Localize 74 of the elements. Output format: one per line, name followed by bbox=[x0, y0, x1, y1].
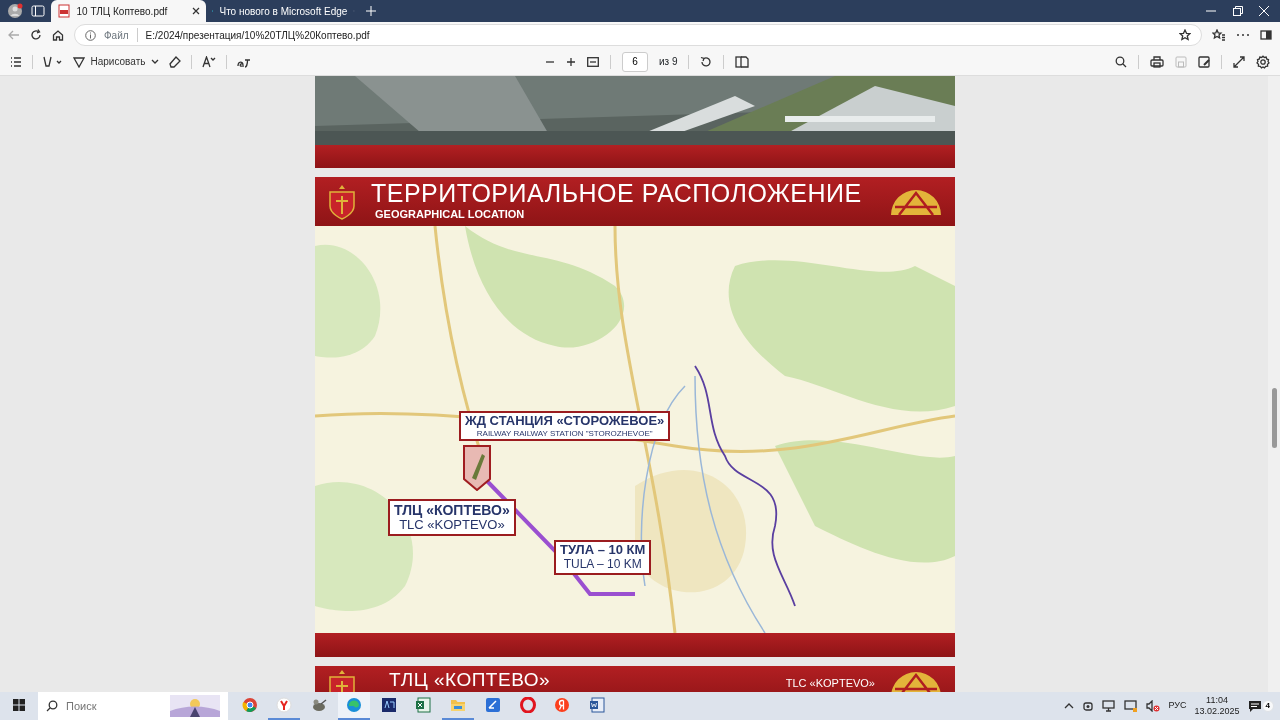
slide-title: ТЕРРИТОРИАЛЬНОЕ РАСПОЛОЖЕНИЕ bbox=[371, 180, 863, 206]
scanner-icon bbox=[484, 697, 501, 713]
site-marker-icon bbox=[463, 445, 491, 491]
document-editor-icon bbox=[589, 697, 605, 713]
read-aloud-icon[interactable] bbox=[201, 55, 216, 68]
callout-subtitle: TLC «KOPTEVO» bbox=[399, 518, 506, 534]
coat-of-arms-icon bbox=[327, 183, 357, 220]
save-as-icon[interactable] bbox=[1198, 55, 1210, 68]
search-field[interactable]: Поиск bbox=[66, 697, 162, 715]
search-icon[interactable] bbox=[1115, 55, 1127, 68]
new-tab-icon[interactable] bbox=[366, 6, 376, 16]
slide-subtitle: GEOGRAPHICAL LOCATION bbox=[375, 206, 526, 222]
refresh-icon[interactable] bbox=[30, 29, 42, 41]
tab-actions-icon[interactable] bbox=[31, 5, 45, 17]
contents-icon[interactable] bbox=[10, 56, 22, 67]
chrome-logo-icon bbox=[241, 697, 258, 713]
show-hidden-icons-icon[interactable] bbox=[1064, 703, 1075, 709]
slide-subtitle: TLC «KOPTEVO» bbox=[785, 676, 875, 691]
callout-title: ТУЛА – 10 КМ bbox=[560, 543, 646, 558]
settings-icon[interactable] bbox=[1256, 54, 1270, 69]
restore-icon[interactable] bbox=[1232, 6, 1243, 16]
browser-tab[interactable]: 10 ТЛЦ Коптево.pdf bbox=[50, 0, 206, 22]
zoom-in-icon[interactable] bbox=[565, 56, 576, 67]
callout-title: ТЛЦ «КОПТЕВО» bbox=[394, 502, 510, 519]
pdf-file-icon bbox=[56, 4, 71, 18]
yandex-logo-icon bbox=[554, 697, 571, 713]
spreadsheet-icon bbox=[415, 697, 432, 713]
close-icon[interactable] bbox=[191, 7, 200, 15]
info-icon[interactable] bbox=[85, 29, 96, 41]
sidebar-icon[interactable] bbox=[1260, 29, 1272, 41]
scroll-thumb[interactable] bbox=[1272, 388, 1277, 448]
callout-subtitle: RAILWAY RAILWAY STATION "STOROZHEVOE" bbox=[475, 428, 654, 439]
animal-mascot-icon bbox=[311, 697, 327, 713]
scrollbar[interactable] bbox=[1268, 76, 1280, 692]
favorites-icon[interactable] bbox=[1212, 29, 1226, 41]
keyboard-language[interactable]: РУС bbox=[1168, 699, 1187, 713]
draw-button[interactable]: Нарисовать bbox=[73, 54, 159, 69]
slide-title: ТЛЦ «КОПТЕВО» bbox=[389, 670, 550, 689]
profile-avatar-icon[interactable] bbox=[6, 3, 23, 19]
print-icon[interactable] bbox=[1150, 55, 1164, 68]
game-icon bbox=[380, 697, 397, 713]
highlighter-icon[interactable] bbox=[43, 55, 63, 68]
clock-date[interactable]: 13.02.2025 bbox=[1194, 706, 1240, 718]
screen-share-icon[interactable] bbox=[1124, 700, 1139, 712]
callout-subtitle: TULA – 10 KM bbox=[562, 557, 643, 572]
favorite-star-icon[interactable] bbox=[1179, 29, 1191, 41]
fit-page-icon[interactable] bbox=[586, 56, 599, 67]
search-icon bbox=[46, 700, 58, 712]
edge-logo-icon bbox=[345, 697, 362, 713]
file-scheme-label: Файл bbox=[104, 28, 129, 43]
folder-icon bbox=[450, 697, 466, 713]
search-highlight-icon bbox=[170, 695, 220, 717]
browser-tab[interactable]: Что нового в Microsoft Edge bbox=[205, 0, 361, 22]
fullscreen-icon[interactable] bbox=[1233, 55, 1245, 68]
callout-title: ЖД СТАНЦИЯ «СТОРОЖЕВОЕ» bbox=[465, 414, 665, 429]
rotate-icon[interactable] bbox=[700, 55, 713, 68]
caret-icon bbox=[150, 58, 159, 65]
eraser-icon[interactable] bbox=[168, 55, 181, 68]
home-icon[interactable] bbox=[52, 29, 64, 41]
yandex-browser-icon bbox=[276, 697, 293, 713]
windows-logo-icon bbox=[13, 699, 25, 711]
notification-count: 4 bbox=[1261, 700, 1274, 712]
volume-muted-icon[interactable] bbox=[1146, 700, 1161, 712]
taskbar-search-box[interactable]: Поиск bbox=[38, 692, 228, 720]
pen-icon bbox=[73, 55, 85, 68]
notifications-icon[interactable] bbox=[1247, 700, 1262, 712]
page-number-field[interactable]: 6 bbox=[621, 51, 648, 72]
network-icon[interactable] bbox=[1102, 700, 1117, 712]
page-view-icon[interactable] bbox=[735, 55, 750, 68]
opera-logo-icon bbox=[519, 697, 536, 713]
camera-icon[interactable] bbox=[1082, 700, 1095, 712]
page-total-label: из 9 bbox=[658, 55, 678, 69]
url-text[interactable]: E:/2024/презентация/10%20ТЛЦ%20Коптево.pdf bbox=[145, 27, 1171, 43]
clock-time[interactable]: 11:04 bbox=[1206, 694, 1228, 706]
